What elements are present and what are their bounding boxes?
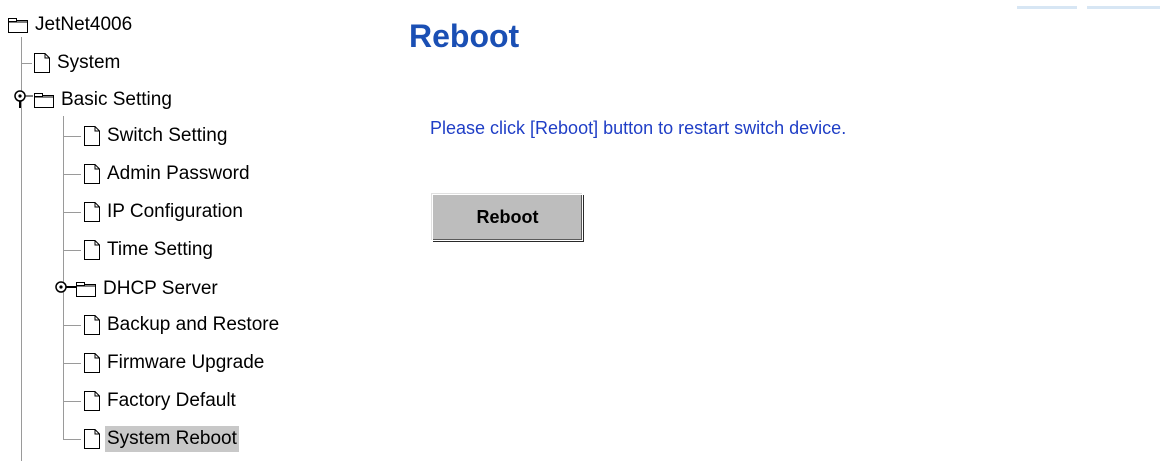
tree-node-label: Firmware Upgrade [107,352,265,373]
tree-item-firmware-upgrade[interactable]: Firmware Upgrade [84,350,266,376]
tree-node-label: Switch Setting [107,125,228,146]
folder-icon [8,17,28,33]
expand-toggle-icon[interactable] [13,89,35,114]
tree-node-label: System [57,52,121,73]
page-icon [84,429,100,449]
tree-connector [63,363,81,364]
tree-item-system[interactable]: System [34,50,122,76]
tree-node-label: System Reboot [105,426,239,452]
page-title: Reboot [409,18,520,54]
tree-item-time-setting[interactable]: Time Setting [84,237,215,263]
page-icon [34,53,50,73]
tree-node-label: Admin Password [107,163,250,184]
folder-icon [34,92,54,108]
tree-node-label: Backup and Restore [107,314,280,335]
tree-item-switch-setting[interactable]: Switch Setting [84,123,229,149]
tree-root-jetnet4006[interactable]: JetNet4006 [8,12,134,38]
page-icon [84,126,100,146]
tree-connector [21,63,32,64]
tree-item-dhcp-server[interactable]: DHCP Server [76,276,220,302]
tree-connector [63,212,81,213]
tree-connector [63,174,81,175]
tree-connector [63,116,64,440]
header-decoration [1017,6,1077,9]
header-decoration [1087,6,1160,9]
page-icon [84,353,100,373]
tree-node-label: DHCP Server [103,278,218,299]
tree-item-backup-and-restore[interactable]: Backup and Restore [84,312,281,338]
tree-connector [63,439,81,440]
tree-item-admin-password[interactable]: Admin Password [84,161,252,187]
reboot-instruction-text: Please click [Reboot] button to restart … [430,118,847,138]
navigation-tree: JetNet4006 System Basic Setting Switch S… [0,0,360,461]
tree-node-label: IP Configuration [107,201,243,222]
page-icon [84,240,100,260]
tree-item-ip-configuration[interactable]: IP Configuration [84,199,245,225]
tree-item-factory-default[interactable]: Factory Default [84,388,238,414]
tree-connector [63,325,81,326]
tree-node-label: Basic Setting [61,89,172,110]
tree-item-basic-setting[interactable]: Basic Setting [34,87,174,113]
page-icon [84,202,100,222]
tree-node-label: Time Setting [107,239,213,260]
reboot-button[interactable]: Reboot [432,194,583,241]
page-icon [84,315,100,335]
page-icon [84,164,100,184]
page-icon [84,391,100,411]
tree-connector [63,250,81,251]
tree-connector [63,401,81,402]
tree-node-label: Factory Default [107,390,236,411]
folder-icon [76,281,96,297]
tree-item-system-reboot[interactable]: System Reboot [84,426,239,452]
tree-connector [63,136,81,137]
tree-node-label: JetNet4006 [35,14,133,35]
